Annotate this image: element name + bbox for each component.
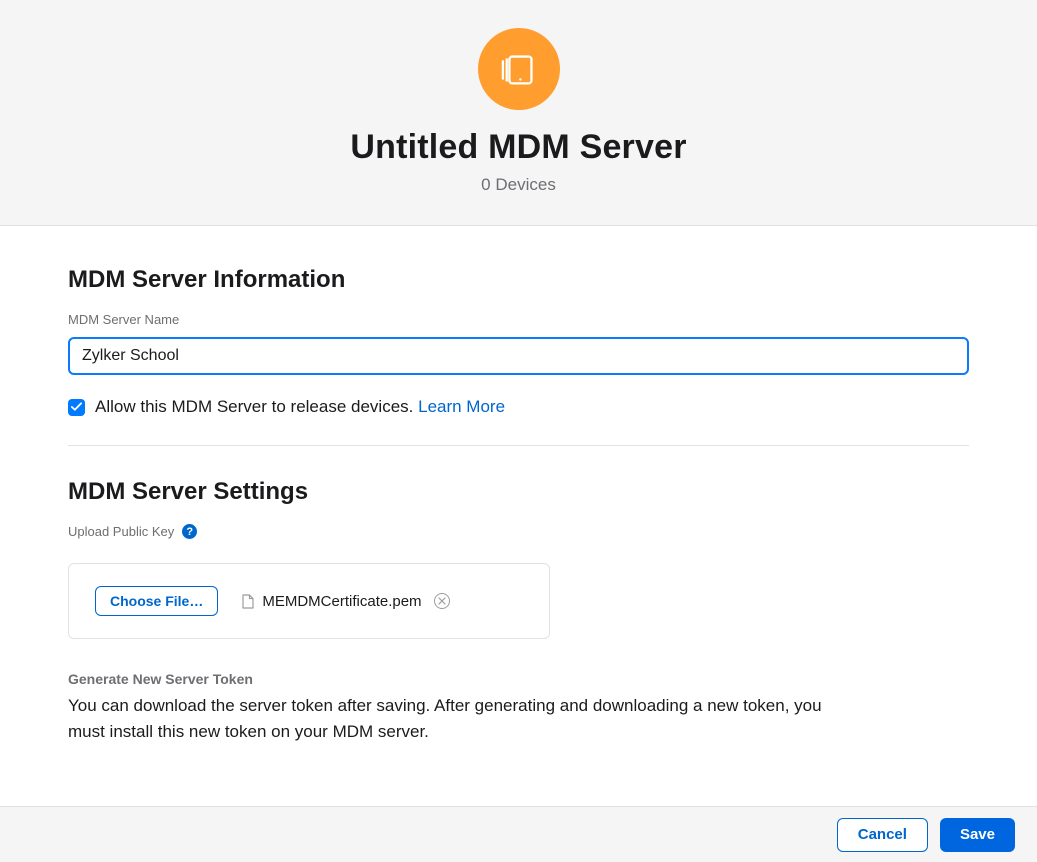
settings-section-title: MDM Server Settings bbox=[68, 478, 969, 506]
upload-public-key-label: Upload Public Key bbox=[68, 524, 174, 539]
token-section: Generate New Server Token You can downlo… bbox=[68, 671, 969, 746]
choose-file-button[interactable]: Choose File… bbox=[95, 586, 218, 616]
upload-label-row: Upload Public Key ? bbox=[68, 524, 969, 539]
upload-box: Choose File… MEMDMCertificate.pem bbox=[68, 563, 550, 639]
allow-release-row: Allow this MDM Server to release devices… bbox=[68, 397, 969, 417]
learn-more-link[interactable]: Learn More bbox=[418, 397, 505, 416]
cancel-button[interactable]: Cancel bbox=[837, 818, 928, 852]
server-name-label: MDM Server Name bbox=[68, 312, 969, 327]
file-name: MEMDMCertificate.pem bbox=[262, 593, 421, 610]
mdm-server-icon bbox=[478, 28, 560, 110]
header-section: Untitled MDM Server 0 Devices bbox=[0, 0, 1037, 226]
page-title: Untitled MDM Server bbox=[0, 128, 1037, 167]
allow-release-text: Allow this MDM Server to release devices… bbox=[95, 397, 418, 416]
help-icon[interactable]: ? bbox=[182, 524, 197, 539]
content-section: MDM Server Information MDM Server Name A… bbox=[0, 226, 1037, 766]
server-name-input[interactable] bbox=[68, 337, 969, 375]
token-description: You can download the server token after … bbox=[68, 693, 848, 746]
file-icon bbox=[242, 594, 254, 609]
info-section-title: MDM Server Information bbox=[68, 266, 969, 294]
remove-file-icon[interactable] bbox=[434, 593, 450, 609]
token-label: Generate New Server Token bbox=[68, 671, 969, 687]
divider bbox=[68, 445, 969, 446]
save-button[interactable]: Save bbox=[940, 818, 1015, 852]
device-count: 0 Devices bbox=[0, 175, 1037, 195]
allow-release-checkbox[interactable] bbox=[68, 399, 85, 416]
file-row: MEMDMCertificate.pem bbox=[242, 593, 449, 610]
footer-bar: Cancel Save bbox=[0, 806, 1037, 862]
